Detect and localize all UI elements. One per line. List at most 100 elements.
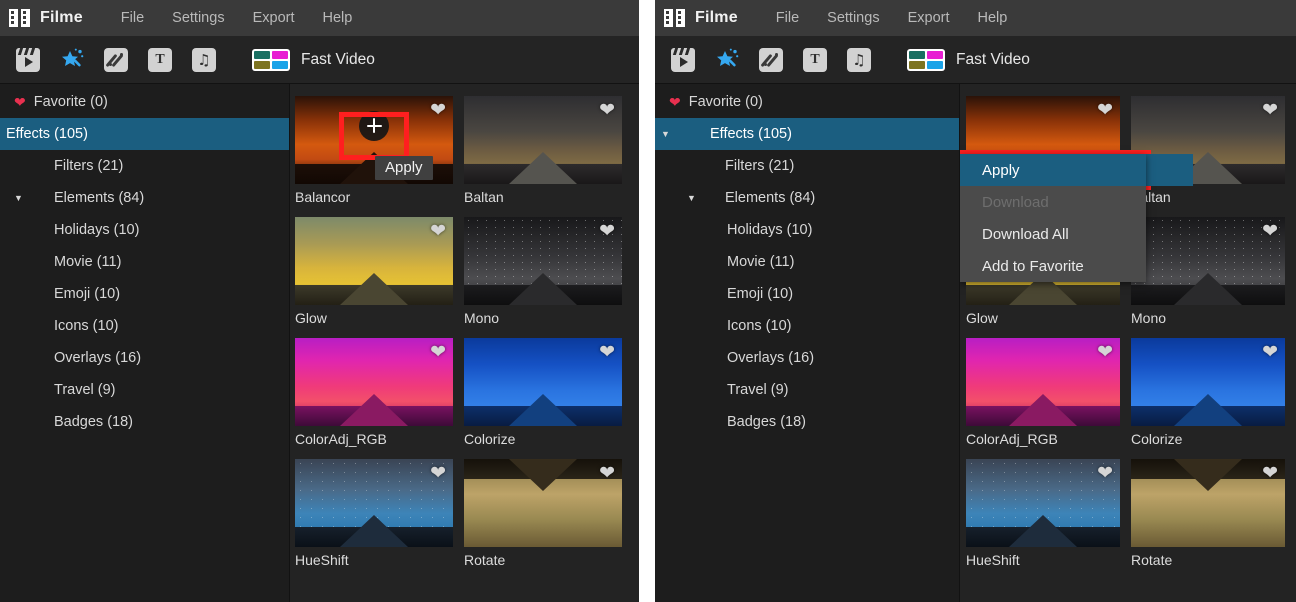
heart-icon[interactable]: ❤ (1097, 101, 1113, 120)
effect-card[interactable]: ❤ Balancor (295, 96, 453, 205)
sidebar-item-badges[interactable]: Badges (18) (0, 406, 289, 438)
fast-video-button[interactable]: Fast Video (907, 48, 1030, 71)
sidebar-item-filters[interactable]: Filters (21) (0, 150, 289, 182)
context-menu-item-apply[interactable]: Apply (960, 154, 1146, 186)
context-menu-item-add-to-favorite[interactable]: Add to Favorite (960, 250, 1146, 282)
sidebar-item-emoji[interactable]: Emoji (10) (0, 278, 289, 310)
sidebar-item-icons[interactable]: Icons (10) (0, 310, 289, 342)
effect-thumbnail[interactable]: ❤ (295, 217, 453, 305)
sidebar-item-travel[interactable]: Travel (9) (0, 374, 289, 406)
effect-thumbnail[interactable]: ❤ (464, 217, 622, 305)
effect-thumbnail[interactable]: ❤ (1131, 217, 1285, 305)
context-menu-item-download: Download (982, 193, 1049, 211)
toolbar-button-effects[interactable] (705, 36, 749, 84)
effect-thumbnail[interactable]: ❤ (1131, 338, 1285, 426)
sidebar-item-holidays[interactable]: Holidays (10) (655, 214, 959, 246)
effect-thumbnail[interactable]: ❤ (295, 459, 453, 547)
effect-card[interactable]: ❤ Colorize (1131, 338, 1285, 447)
sidebar-item-emoji[interactable]: Emoji (10) (655, 278, 959, 310)
heart-icon[interactable]: ❤ (599, 464, 615, 483)
heart-icon[interactable]: ❤ (430, 101, 446, 120)
effect-name: Colorize (1131, 431, 1183, 447)
toolbar-button-transitions[interactable] (94, 36, 138, 84)
toolbar-button-effects[interactable] (50, 36, 94, 84)
toolbar-button-audio[interactable]: ♫ (837, 36, 881, 84)
sidebar-item-holidays[interactable]: Holidays (10) (0, 214, 289, 246)
menu-item-file[interactable]: File (762, 6, 813, 30)
menu-item-settings[interactable]: Settings (813, 6, 893, 30)
effect-thumbnail[interactable]: ❤ (464, 459, 622, 547)
heart-icon[interactable]: ❤ (1262, 101, 1278, 120)
sidebar-item-badges[interactable]: Badges (18) (655, 406, 959, 438)
effect-card[interactable]: ❤ HueShift (966, 459, 1120, 568)
effect-thumbnail[interactable]: ❤ (464, 96, 622, 184)
sidebar-item-elements[interactable]: ▼ Elements (84) (655, 182, 959, 214)
sidebar-item-favorite[interactable]: ❤ Favorite (0) (655, 86, 959, 118)
effect-card[interactable]: ❤ ColorAdj_RGB (966, 338, 1120, 447)
sidebar-item-movie[interactable]: Movie (11) (655, 246, 959, 278)
sidebar-item-travel[interactable]: Travel (9) (655, 374, 959, 406)
effect-thumbnail[interactable]: ❤ (464, 338, 622, 426)
heart-icon[interactable]: ❤ (599, 222, 615, 241)
sidebar-item-overlays[interactable]: Overlays (16) (0, 342, 289, 374)
menu-item-export[interactable]: Export (239, 6, 309, 30)
effect-card[interactable]: ❤ Rotate (1131, 459, 1285, 568)
effect-card[interactable]: ❤ Colorize (464, 338, 622, 447)
toolbar-button-audio[interactable]: ♫ (182, 36, 226, 84)
menu-item-file[interactable]: File (107, 6, 158, 30)
heart-icon[interactable]: ❤ (1262, 343, 1278, 362)
media-clapperboard-icon (16, 47, 40, 72)
sidebar-item-effects[interactable]: Effects (105) (0, 118, 289, 150)
menu-item-export[interactable]: Export (894, 6, 964, 30)
effect-card[interactable]: ❤ ColorAdj_RGB (295, 338, 453, 447)
sidebar-item-label: Movie (11) (727, 254, 795, 270)
chevron-down-icon[interactable]: ▼ (661, 129, 670, 139)
heart-icon[interactable]: ❤ (430, 222, 446, 241)
effect-thumbnail[interactable]: ❤ (966, 338, 1120, 426)
sidebar-item-overlays[interactable]: Overlays (16) (655, 342, 959, 374)
fast-video-grid-icon (252, 48, 290, 71)
sidebar-item-elements[interactable]: ▼ Elements (84) (0, 182, 289, 214)
right-screenshot-panel: Filme File Settings Export Help T ♫ Fast… (655, 0, 1296, 602)
effect-thumbnail[interactable]: ❤ (1131, 459, 1285, 547)
effect-card[interactable]: ❤ Mono (1131, 217, 1285, 326)
toolbar-button-media[interactable] (6, 36, 50, 84)
sidebar-item-favorite[interactable]: ❤ Favorite (0) (0, 86, 289, 118)
sidebar-item-label: Emoji (10) (727, 286, 794, 302)
context-menu-item-download-all[interactable]: Download All (960, 218, 1146, 250)
heart-icon[interactable]: ❤ (1097, 464, 1113, 483)
plus-circle-icon[interactable] (359, 110, 389, 141)
toolbar-button-text[interactable]: T (793, 36, 837, 84)
heart-icon[interactable]: ❤ (430, 464, 446, 483)
menu-item-help[interactable]: Help (964, 6, 1022, 30)
sidebar-item-icons[interactable]: Icons (10) (655, 310, 959, 342)
effect-card[interactable]: ❤ Glow (295, 217, 453, 326)
heart-icon[interactable]: ❤ (1262, 464, 1278, 483)
heart-icon[interactable]: ❤ (599, 343, 615, 362)
effect-card[interactable]: ❤ HueShift (295, 459, 453, 568)
heart-icon[interactable]: ❤ (1097, 343, 1113, 362)
toolbar-button-media[interactable] (661, 36, 705, 84)
effect-thumbnail[interactable]: ❤ (966, 459, 1120, 547)
effect-thumbnail[interactable]: ❤ (295, 338, 453, 426)
heart-icon[interactable]: ❤ (599, 101, 615, 120)
heart-icon[interactable]: ❤ (430, 343, 446, 362)
menu-item-settings[interactable]: Settings (158, 6, 238, 30)
toolbar-button-text[interactable]: T (138, 36, 182, 84)
effect-name: Glow (966, 310, 998, 326)
fast-video-button[interactable]: Fast Video (252, 48, 375, 71)
sidebar-item-effects[interactable]: ▼ Effects (105) (655, 118, 959, 150)
sidebar-item-movie[interactable]: Movie (11) (0, 246, 289, 278)
effect-card[interactable]: ❤ Baltan (1131, 96, 1285, 205)
chevron-down-icon[interactable]: ▼ (687, 193, 696, 203)
menu-item-help[interactable]: Help (309, 6, 367, 30)
sidebar-item-filters[interactable]: Filters (21) (655, 150, 959, 182)
effect-card[interactable]: ❤ Baltan (464, 96, 622, 205)
panel-body: ❤ Favorite (0) ▼ Effects (105) Filters (… (655, 84, 1296, 602)
chevron-down-icon[interactable]: ▼ (14, 193, 23, 203)
sidebar-item-label: Badges (18) (54, 414, 133, 430)
effect-card[interactable]: ❤ Mono (464, 217, 622, 326)
toolbar-button-transitions[interactable] (749, 36, 793, 84)
effect-card[interactable]: ❤ Rotate (464, 459, 622, 568)
heart-icon[interactable]: ❤ (1262, 222, 1278, 241)
